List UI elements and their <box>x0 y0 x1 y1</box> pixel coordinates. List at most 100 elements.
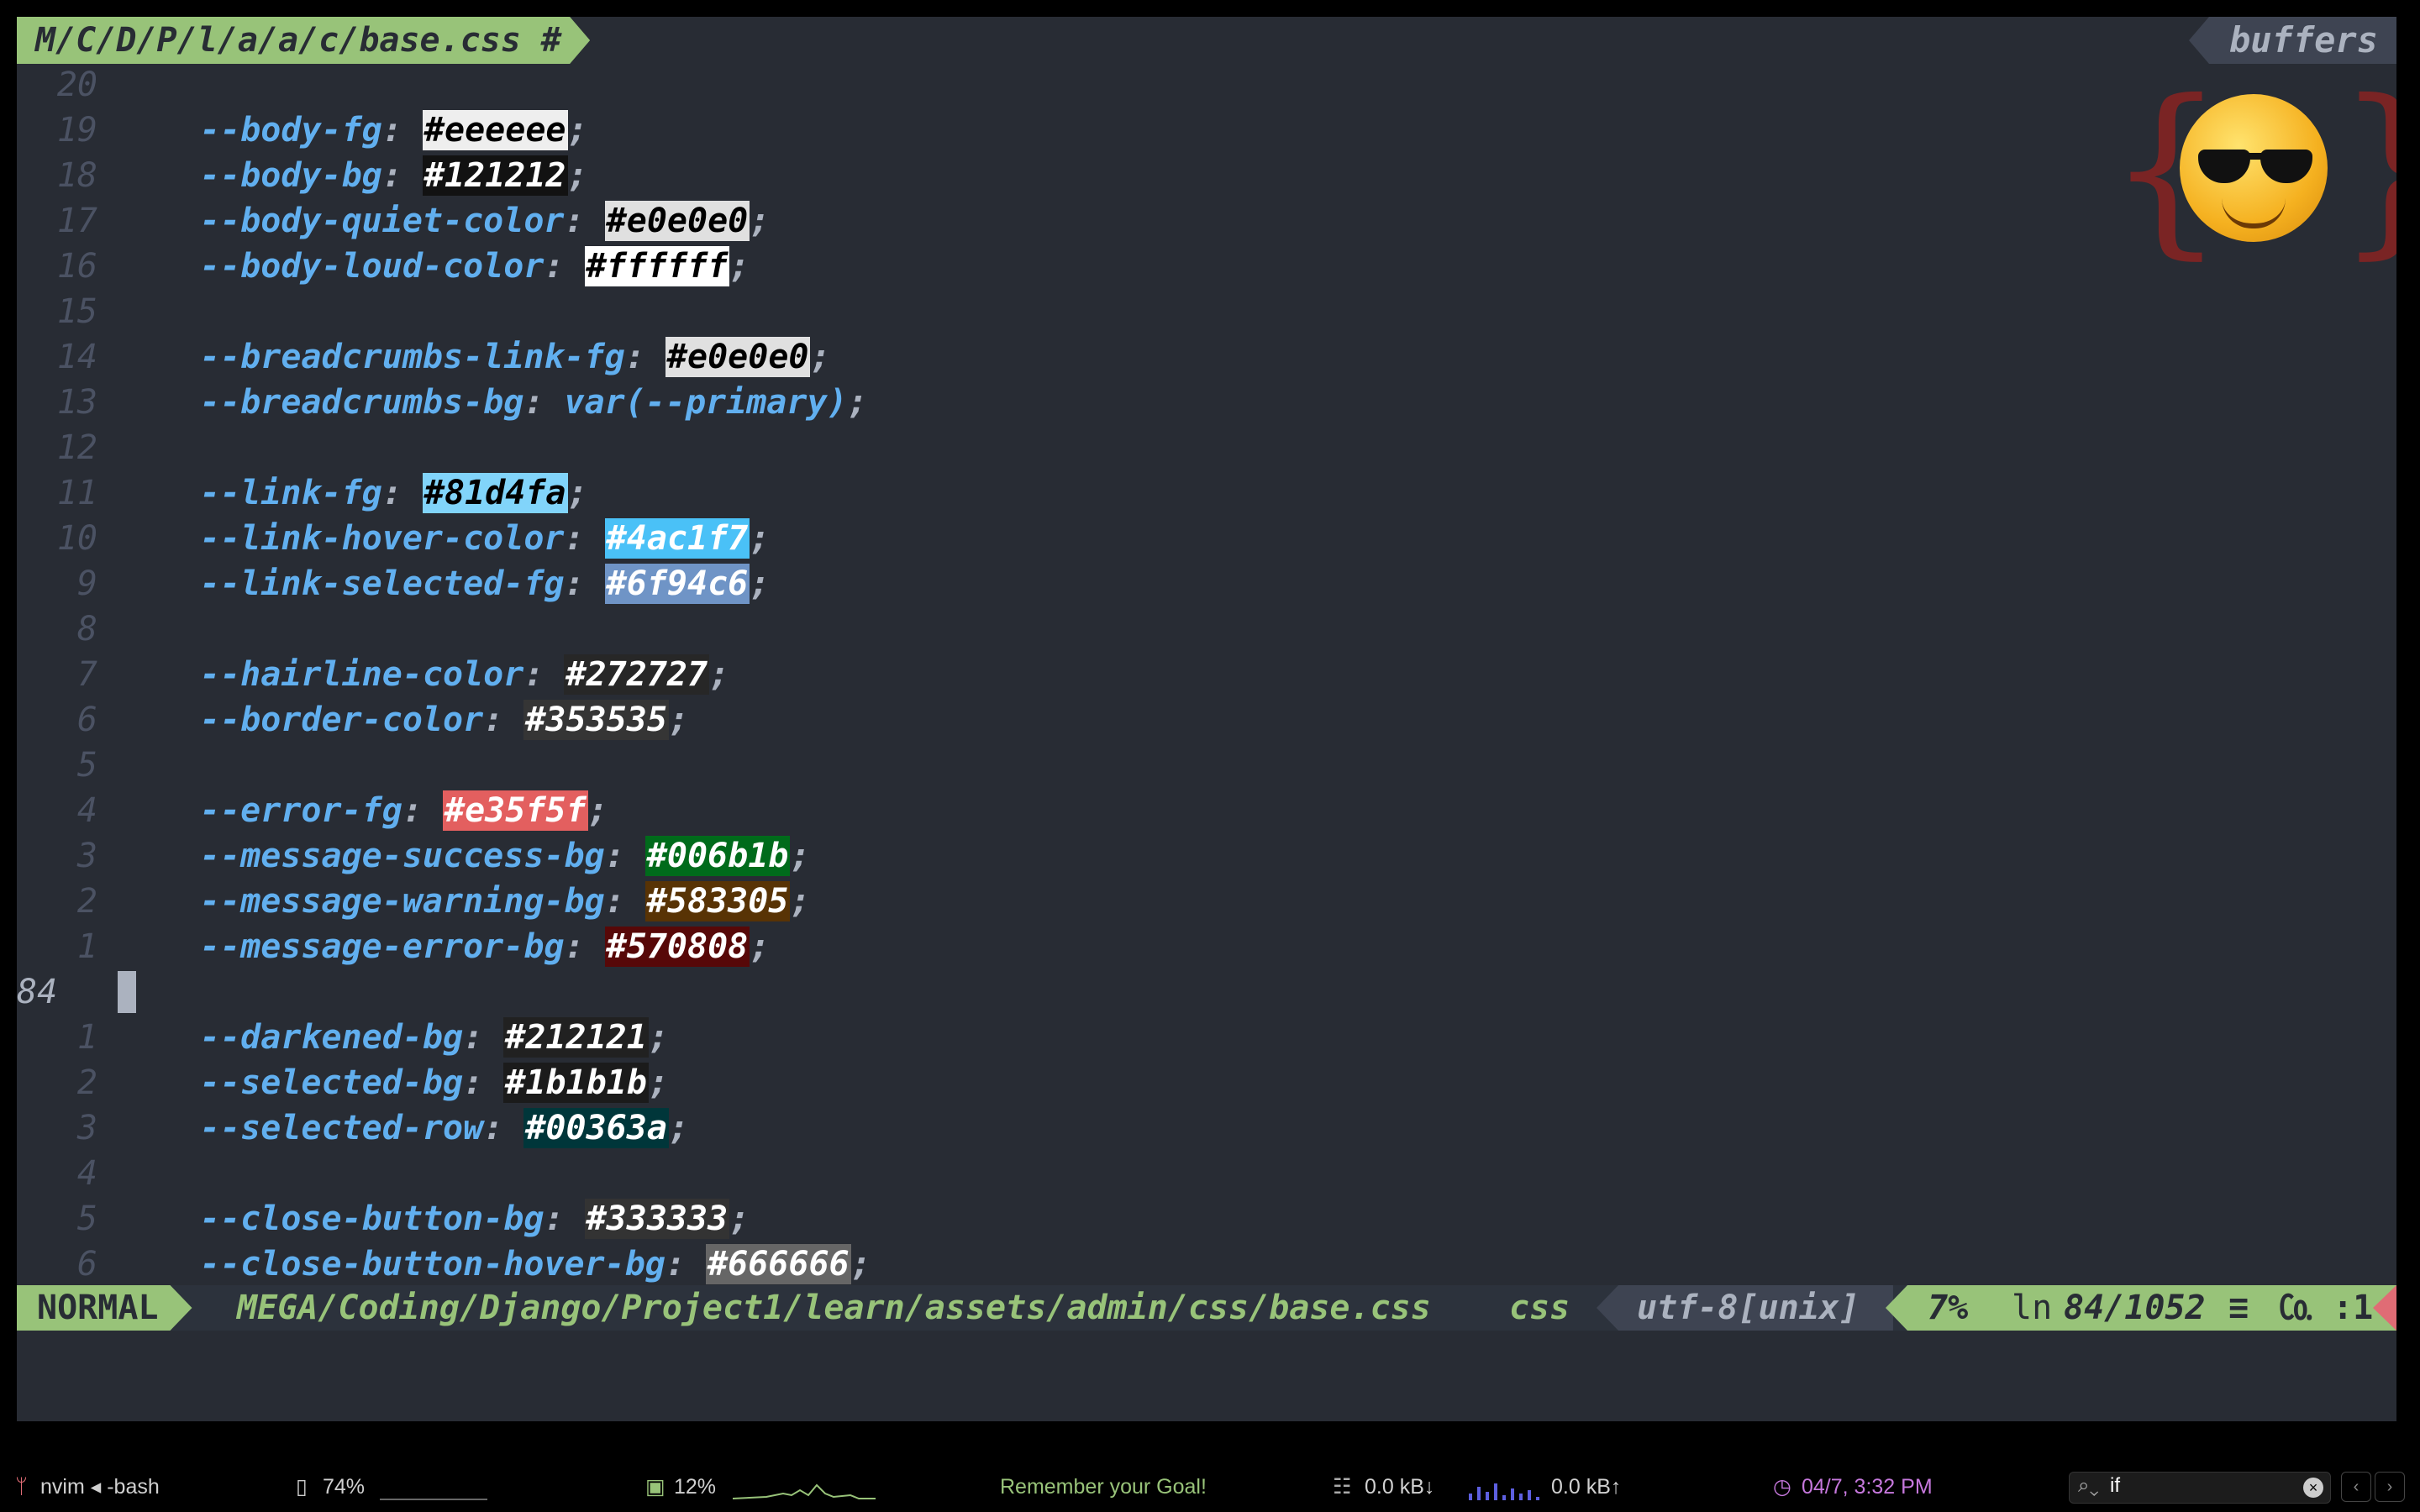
css-property: --link-hover-color <box>200 519 565 558</box>
css-property: --link-selected-fg <box>200 564 565 603</box>
cursor-block <box>118 971 136 1013</box>
color-value-swatch: #333333 <box>584 1199 730 1239</box>
line-number: 13 <box>56 383 97 422</box>
line-number: 12 <box>56 428 97 467</box>
css-declaration: --body-bg: #121212; <box>200 155 588 196</box>
battery-bar <box>380 1499 487 1500</box>
css-property: --body-loud-color <box>200 247 544 286</box>
line-number: 1 <box>76 1018 97 1057</box>
color-value-swatch: #6f94c6 <box>604 564 750 604</box>
line-number: 17 <box>56 202 97 240</box>
code-line[interactable]: 17 --body-quiet-color: #e0e0e0; <box>17 198 2396 244</box>
search-field[interactable]: ⌕⌄ if × <box>2069 1472 2331 1504</box>
editor-buffer[interactable]: 20 19 --body-fg: #eeeeee; 18 --body-bg: #121… <box>17 62 2396 1287</box>
goal-message: Remember your Goal! <box>1000 1475 1207 1499</box>
filetype: css <box>1509 1289 1570 1327</box>
net-upload: 0.0 kB↑ <box>1551 1475 1622 1499</box>
clear-search-icon[interactable]: × <box>2303 1478 2323 1498</box>
tabline: M/C/D/P/l/a/a/c/base.css # buffers <box>17 17 2396 64</box>
css-property: --body-fg <box>200 111 382 150</box>
file-path: MEGA/Coding/Django/Project1/learn/assets… <box>237 1289 1431 1327</box>
css-declaration: --message-error-bg: #570808; <box>200 927 771 967</box>
line-number: 19 <box>56 111 97 150</box>
css-declaration: --breadcrumbs-bg: var(--primary); <box>200 383 868 422</box>
code-line[interactable]: 20 <box>17 62 2396 108</box>
code-line[interactable]: 19 --body-fg: #eeeeee; <box>17 108 2396 153</box>
color-value-swatch: #272727 <box>564 654 710 695</box>
line-number: 5 <box>76 1200 97 1238</box>
code-line[interactable]: 6 --close-button-hover-bg: #666666; <box>17 1242 2396 1287</box>
css-declaration: --breadcrumbs-link-fg: #e0e0e0; <box>200 337 831 377</box>
cpu-percent: 12% <box>674 1475 717 1499</box>
color-value-swatch: #570808 <box>604 927 750 967</box>
next-button[interactable]: › <box>2375 1472 2405 1502</box>
css-property: --border-color <box>200 701 484 739</box>
tab-current-file[interactable]: M/C/D/P/l/a/a/c/base.css # <box>17 17 590 64</box>
line-position: 84/1052 <box>2064 1289 2206 1327</box>
code-line[interactable]: 5 <box>17 743 2396 788</box>
css-property: --close-button-bg <box>200 1200 544 1238</box>
code-line[interactable]: 2 --message-warning-bg: #583305; <box>17 879 2396 924</box>
color-value-swatch: #e0e0e0 <box>604 201 750 241</box>
css-property: --selected-row <box>200 1109 484 1147</box>
current-line[interactable]: 84 <box>17 969 2396 1015</box>
code-line[interactable]: 16 --body-loud-color: #ffffff; <box>17 244 2396 289</box>
color-value-swatch: #e35f5f <box>443 790 588 831</box>
css-property: --close-button-hover-bg <box>200 1245 666 1284</box>
css-property: --message-warning-bg <box>200 882 605 921</box>
cursor-position-section: 7% ln 84/1052 ≡ ㏇ :1 <box>1886 1285 2396 1331</box>
css-property: --breadcrumbs-bg <box>200 383 524 422</box>
code-line[interactable]: 2 --selected-bg: #1b1b1b; <box>17 1060 2396 1105</box>
css-declaration: --link-selected-fg: #6f94c6; <box>200 564 771 604</box>
search-icon: ⌕⌄ <box>2078 1474 2099 1497</box>
color-value-swatch: #4ac1f7 <box>604 518 750 559</box>
network-icon: ☷ <box>1333 1475 1352 1499</box>
line-number: 2 <box>76 882 97 921</box>
color-value-swatch: #006b1b <box>644 836 791 876</box>
css-property: --hairline-color <box>200 655 524 694</box>
code-line[interactable]: 9 --link-selected-fg: #6f94c6; <box>17 561 2396 606</box>
code-line[interactable]: 1 --message-error-bg: #570808; <box>17 924 2396 969</box>
code-line[interactable]: 8 <box>17 606 2396 652</box>
code-line[interactable]: 1 --darkened-bg: #212121; <box>17 1015 2396 1060</box>
css-declaration: --body-loud-color: #ffffff; <box>200 246 750 286</box>
line-number: 14 <box>56 338 97 376</box>
color-value-swatch: #81d4fa <box>422 473 568 513</box>
css-declaration: --selected-row: #00363a; <box>200 1108 689 1148</box>
search-input[interactable]: if <box>2110 1474 2120 1498</box>
line-number: 20 <box>56 66 97 104</box>
code-line[interactable]: 13 --breadcrumbs-bg: var(--primary); <box>17 380 2396 425</box>
code-line[interactable]: 5 --close-button-bg: #333333; <box>17 1196 2396 1242</box>
battery-icon: ▯ <box>296 1475 308 1499</box>
color-value-swatch: #1b1b1b <box>503 1063 649 1103</box>
code-line[interactable]: 18 --body-bg: #121212; <box>17 153 2396 198</box>
code-line[interactable]: 11 --link-fg: #81d4fa; <box>17 470 2396 516</box>
code-line[interactable]: 12 <box>17 425 2396 470</box>
code-line[interactable]: 3 --message-success-bg: #006b1b; <box>17 833 2396 879</box>
code-line[interactable]: 4 <box>17 1151 2396 1196</box>
code-line[interactable]: 15 <box>17 289 2396 334</box>
code-line[interactable]: 4 --error-fg: #e35f5f; <box>17 788 2396 833</box>
code-line[interactable]: 14 --breadcrumbs-link-fg: #e0e0e0; <box>17 334 2396 380</box>
line-number-icon: ln <box>2012 1289 2053 1327</box>
css-property: --link-fg <box>200 474 382 512</box>
css-declaration: --darkened-bg: #212121; <box>200 1017 669 1058</box>
css-property: --body-quiet-color <box>200 202 565 240</box>
color-value-swatch: #212121 <box>503 1017 649 1058</box>
active-app[interactable]: nvim ◂ -bash <box>40 1473 160 1500</box>
code-line[interactable]: 10 --link-hover-color: #4ac1f7; <box>17 516 2396 561</box>
color-value-swatch: #e0e0e0 <box>665 337 811 377</box>
line-number: 8 <box>76 610 97 648</box>
previous-button[interactable]: ‹ <box>2341 1472 2371 1502</box>
code-line[interactable]: 3 --selected-row: #00363a; <box>17 1105 2396 1151</box>
css-declaration: --selected-bg: #1b1b1b; <box>200 1063 669 1103</box>
code-line[interactable]: 6 --border-color: #353535; <box>17 697 2396 743</box>
css-property: --breadcrumbs-link-fg <box>200 338 625 376</box>
code-line[interactable]: 7 --hairline-color: #272727; <box>17 652 2396 697</box>
line-number: 9 <box>76 564 97 603</box>
buffers-label[interactable]: buffers <box>2188 17 2396 64</box>
net-download: 0.0 kB↓ <box>1365 1475 1435 1499</box>
system-status-bar: ᛘ nvim ◂ -bash ▯ 74% ▣ 12% Remember your… <box>0 1462 2420 1512</box>
css-declaration: --error-fg: #e35f5f; <box>200 790 608 831</box>
line-number: 3 <box>76 837 97 875</box>
